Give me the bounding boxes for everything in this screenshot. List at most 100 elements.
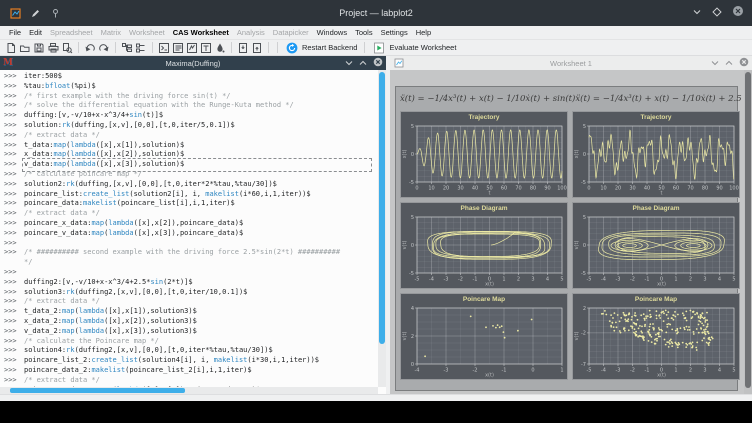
insert-text-entry-icon[interactable] xyxy=(199,41,213,55)
new-document-icon[interactable] xyxy=(4,41,18,55)
close-button[interactable] xyxy=(732,4,744,22)
plot-title: Poincare Map xyxy=(401,294,567,304)
worksheet-panel: Worksheet 1 ẍ(t) = −1/4x³(t) + x(t) − 1/… xyxy=(390,56,752,394)
svg-text:60: 60 xyxy=(673,186,679,192)
menu-item-edit[interactable]: Edit xyxy=(25,28,46,37)
print-icon[interactable] xyxy=(46,41,60,55)
plot-trajectory-2[interactable]: Trajectory0102030405060708090100-505tx(t… xyxy=(572,111,740,198)
menu-item-cas-worksheet[interactable]: CAS Worksheet xyxy=(169,28,233,37)
cas-line[interactable]: >>>/* ########## second example with the… xyxy=(0,248,378,258)
menu-item-datapicker: Datapicker xyxy=(269,28,313,37)
cas-line[interactable]: >>>%tau:bfloat(%pi)$ xyxy=(0,82,378,92)
cas-line[interactable]: >>>poincare_list:create_list(solution2[i… xyxy=(0,190,378,200)
cas-line[interactable]: >>>t_data_2:map(lambda([x],x[1]),solutio… xyxy=(0,307,378,317)
svg-text:-1: -1 xyxy=(645,368,650,374)
menu-item-tools[interactable]: Tools xyxy=(351,28,377,37)
cas-line[interactable]: >>>/* extract data */ xyxy=(0,209,378,219)
cas-line[interactable]: >>>/* solve the differential equation wi… xyxy=(0,101,378,111)
worksheet-view[interactable]: ẍ(t) = −1/4x³(t) + x(t) − 1/10ẋ(t) + sin… xyxy=(390,70,744,394)
insert-equation-entry-icon[interactable] xyxy=(185,41,199,55)
insert-page-break-before-icon[interactable] xyxy=(236,41,250,55)
cas-line[interactable]: >>>x_data:map(lambda([x],x[2]),solution)… xyxy=(0,150,378,160)
cas-line[interactable]: >>>poincare_list_2:create_list(solution4… xyxy=(0,356,378,366)
panel-restore-button[interactable] xyxy=(359,54,367,72)
insert-comment-entry-icon[interactable] xyxy=(171,41,185,55)
plot-title: Trajectory xyxy=(401,112,567,122)
svg-text:v(t): v(t) xyxy=(402,241,408,250)
cas-panel-titlebar[interactable]: M Maxima(Duffing) xyxy=(0,56,386,70)
cas-code-editor[interactable]: >>>iter:500$>>>%tau:bfloat(%pi)$>>>/* fi… xyxy=(0,70,378,387)
menu-item-windows[interactable]: Windows xyxy=(313,28,351,37)
svg-text:30: 30 xyxy=(629,186,635,192)
cas-line[interactable]: >>>duffing2:[v,-v/10+x-x^3/4+2.5*sin(2*t… xyxy=(0,278,378,288)
cas-prompt: >>> xyxy=(0,190,24,200)
save-icon[interactable] xyxy=(32,41,46,55)
cas-line[interactable]: >>>poincare_x_data:map(lambda([x],x[2]),… xyxy=(0,219,378,229)
menu-item-file[interactable]: File xyxy=(5,28,25,37)
cas-line[interactable]: >>>/* first example with the driving for… xyxy=(0,92,378,102)
undo-icon[interactable] xyxy=(83,41,97,55)
cas-line[interactable]: >>>v_data:map(lambda([x],x[3]),solution)… xyxy=(0,160,378,170)
svg-text:-4: -4 xyxy=(415,368,420,374)
svg-text:0: 0 xyxy=(583,152,586,158)
svg-text:-3: -3 xyxy=(616,368,621,374)
cas-prompt: >>> xyxy=(0,376,24,386)
maximize-button[interactable] xyxy=(712,4,722,22)
expand-all-entries-icon[interactable] xyxy=(120,41,134,55)
cas-line[interactable]: >>>solution4:rk(duffing2,[x,v],[0,0],[t,… xyxy=(0,346,378,356)
minimize-button[interactable] xyxy=(692,4,702,22)
insert-page-break-after-icon[interactable] xyxy=(250,41,264,55)
cas-line[interactable]: >>>poincare_data:makelist(poincare_list[… xyxy=(0,199,378,209)
cas-line[interactable]: >>>x_data_2:map(lambda([x],x[2]),solutio… xyxy=(0,317,378,327)
syntax-highlighting-icon[interactable] xyxy=(213,41,227,55)
worksheet-vertical-scrollbar[interactable] xyxy=(744,70,752,394)
cas-line[interactable]: >>> xyxy=(0,239,378,249)
panel-minimize-button[interactable] xyxy=(345,54,353,72)
plot-phase-diagram-2[interactable]: Phase Diagram-5-4-3-2-1012345-505x(t)v(t… xyxy=(572,202,740,289)
cas-horizontal-scrollbar[interactable] xyxy=(0,387,378,394)
cas-vertical-scrollbar[interactable] xyxy=(378,70,386,387)
menu-item-help[interactable]: Help xyxy=(412,28,435,37)
cas-line[interactable]: >>>/* extract data */ xyxy=(0,131,378,141)
plot-poincare-map-1[interactable]: Poincare Map-4-3-2-101024x(t)v(t) xyxy=(400,293,568,380)
cas-line[interactable]: >>>solution2:rk(duffing,[x,v],[0,0],[t,0… xyxy=(0,180,378,190)
window-titlebar[interactable]: Project — labplot2 xyxy=(0,0,752,26)
cas-prompt: >>> xyxy=(0,337,24,347)
redo-icon[interactable] xyxy=(97,41,111,55)
cas-line[interactable]: >>>solution3:rk(duffing2,[x,v],[0,0],[t,… xyxy=(0,288,378,298)
worksheet-panel-titlebar[interactable]: Worksheet 1 xyxy=(390,56,752,70)
cas-prompt: >>> xyxy=(0,92,24,102)
svg-text:v(t): v(t) xyxy=(402,332,408,341)
cas-line[interactable]: >>>t_data:map(lambda([x],x[1]),solution)… xyxy=(0,141,378,151)
restart-backend-button[interactable]: Restart Backend xyxy=(282,41,360,55)
print-preview-icon[interactable] xyxy=(60,41,74,55)
cas-line[interactable]: >>> xyxy=(0,268,378,278)
open-file-icon[interactable] xyxy=(18,41,32,55)
plot-trajectory-1[interactable]: Trajectory0102030405060708090100-505tx(t… xyxy=(400,111,568,198)
cas-line[interactable]: >>>/* calculate poincare map */ xyxy=(0,170,378,180)
svg-text:1: 1 xyxy=(502,277,505,283)
cas-line[interactable]: >>>poincare_v_data:map(lambda([x],x[3]),… xyxy=(0,229,378,239)
panel-close-button[interactable] xyxy=(739,54,749,72)
cas-line[interactable]: >>>iter:500$ xyxy=(0,72,378,82)
cas-line[interactable]: >>>poincare_data_2:makelist(poincare_lis… xyxy=(0,366,378,376)
plot-poincare-map-2[interactable]: Poincare Map-5-4-3-2-10123452-2-7x(t)v(t… xyxy=(572,293,740,380)
panel-restore-button[interactable] xyxy=(725,54,733,72)
svg-text:90: 90 xyxy=(716,186,722,192)
cas-line[interactable]: >>>v_data_2:map(lambda([x],x[3]),solutio… xyxy=(0,327,378,337)
insert-command-entry-icon[interactable] xyxy=(157,41,171,55)
panel-minimize-button[interactable] xyxy=(711,54,719,72)
collapse-all-entries-icon[interactable] xyxy=(134,41,148,55)
cas-line[interactable]: >>>duffing:[v,-v/10+x-x^3/4+sin(t)]$ xyxy=(0,111,378,121)
menu-item-settings[interactable]: Settings xyxy=(377,28,412,37)
cas-line[interactable]: >>>/* calculate the Poincare map */ xyxy=(0,337,378,347)
cas-line[interactable]: >>>/* extract data */ xyxy=(0,376,378,386)
cas-prompt: >>> xyxy=(0,288,24,298)
plot-phase-diagram-1[interactable]: Phase Diagram-5-4-3-2-1012345-505x(t)v(t… xyxy=(400,202,568,289)
cas-line-continuation[interactable]: */ xyxy=(0,258,378,268)
svg-text:v(t): v(t) xyxy=(574,332,580,341)
cas-line[interactable]: >>>solution:rk(duffing,[x,v],[0,0],[t,0,… xyxy=(0,121,378,131)
evaluate-worksheet-button[interactable]: Evaluate Worksheet xyxy=(369,41,459,55)
panel-close-button[interactable] xyxy=(373,54,383,72)
cas-line[interactable]: >>>/* extract data */ xyxy=(0,297,378,307)
